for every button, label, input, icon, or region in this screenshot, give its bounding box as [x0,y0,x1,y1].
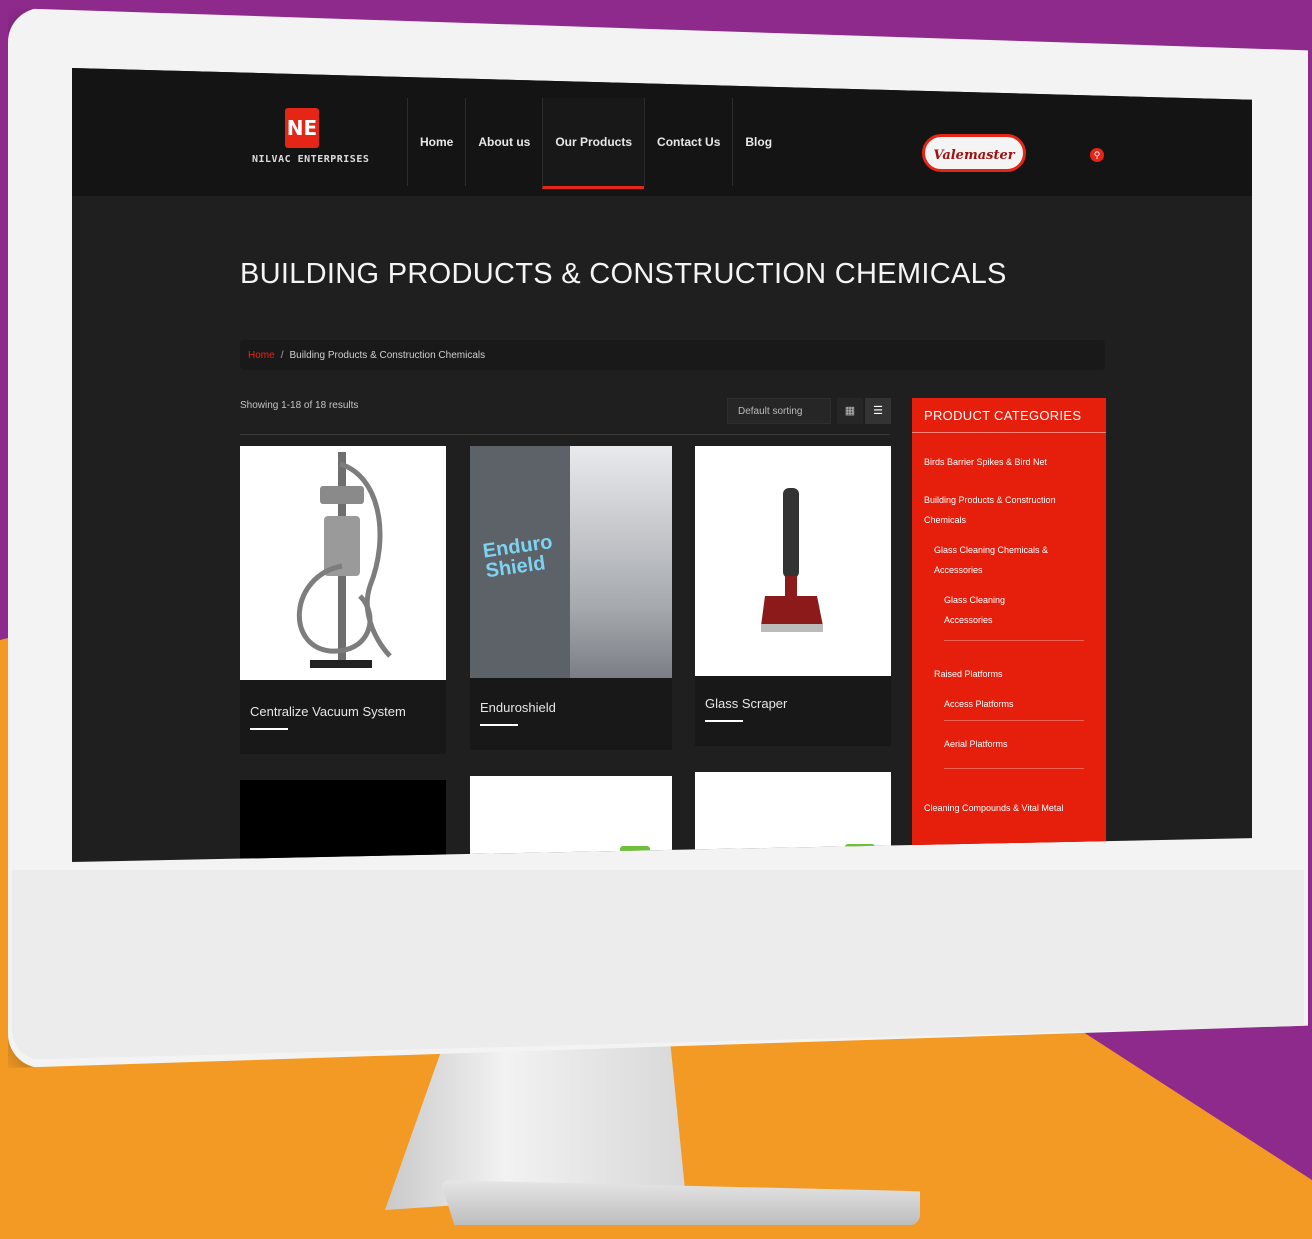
nav-about[interactable]: About us [465,98,542,186]
grid-view-icon[interactable]: ▦ [837,398,863,424]
nav-contact[interactable]: Contact Us [644,98,732,186]
toolbar-divider [240,434,890,435]
breadcrumb-separator: / [280,349,284,361]
product-image-glass-scraper [695,446,891,676]
sidebar-title: PRODUCT CATEGORIES [924,408,1082,423]
site-logo[interactable]: NE NILVAC ENTERPRISES [252,108,369,178]
sort-select[interactable]: Default sorting [727,398,831,424]
category-access-platforms[interactable]: Access Platforms [944,694,1094,714]
nav-blog[interactable]: Blog [732,98,784,186]
category-aerial-platforms[interactable]: Aerial Platforms [944,734,1094,754]
product-title-underline [705,720,743,722]
product-card[interactable] [470,776,672,862]
glass-scraper-illustration [761,488,823,632]
category-building-products[interactable]: Building Products & Construction Chemica… [924,490,1074,530]
product-title-underline [250,728,288,730]
category-glass-cleaning-chemicals[interactable]: Glass Cleaning Chemicals & Accessories [934,540,1074,580]
product-card[interactable]: Enduro Shield Enduroshield [470,446,672,750]
product-title[interactable]: Glass Scraper [705,696,787,711]
breadcrumb: Home / Building Products & Construction … [240,340,1105,370]
category-divider [944,720,1084,721]
nav-home[interactable]: Home [407,98,465,186]
product-title[interactable]: Centralize Vacuum System [250,704,406,719]
product-categories-sidebar: PRODUCT CATEGORIES Birds Barrier Spikes … [912,398,1106,862]
logo-text: NILVAC ENTERPRISES [252,154,370,165]
search-icon[interactable]: ⚲ [1090,148,1104,162]
logo-mark: NE [285,108,319,148]
category-divider [944,768,1084,769]
vacuum-system-illustration [296,452,392,668]
main-nav: Home About us Our Products Contact Us Bl… [407,98,784,189]
breadcrumb-home[interactable]: Home [248,350,275,361]
product-image-enduroshield: Enduro Shield [470,446,672,678]
product-image-vacuum [240,446,446,680]
brand-logo[interactable]: Valemaster [922,134,1026,172]
monitor-screen: NE NILVAC ENTERPRISES Home About us Our … [72,68,1252,862]
sidebar-title-divider [912,432,1106,433]
breadcrumb-current: Building Products & Construction Chemica… [289,349,486,361]
category-divider [944,640,1084,641]
category-glass-cleaning-accessories[interactable]: Glass Cleaning Accessories [944,590,1034,630]
product-title-underline [480,724,518,726]
product-title[interactable]: Enduroshield [480,700,556,715]
results-count: Showing 1-18 of 18 results [240,400,359,411]
product-card[interactable] [240,780,446,862]
category-cleaning-compounds[interactable]: Cleaning Compounds & Vital Metal [924,798,1104,818]
page-title: BUILDING PRODUCTS & CONSTRUCTION CHEMICA… [240,258,1007,290]
category-birds-barrier[interactable]: Birds Barrier Spikes & Bird Net [924,452,1094,472]
product-card[interactable]: Centralize Vacuum System [240,446,446,754]
category-raised-platforms[interactable]: Raised Platforms [934,664,1084,684]
list-view-icon[interactable]: ☰ [865,398,891,424]
product-card[interactable]: Glass Scraper [695,446,891,746]
glass-panel [570,446,672,678]
enduroshield-wordmark: Enduro Shield [481,531,554,583]
nav-our-products[interactable]: Our Products [542,98,645,189]
